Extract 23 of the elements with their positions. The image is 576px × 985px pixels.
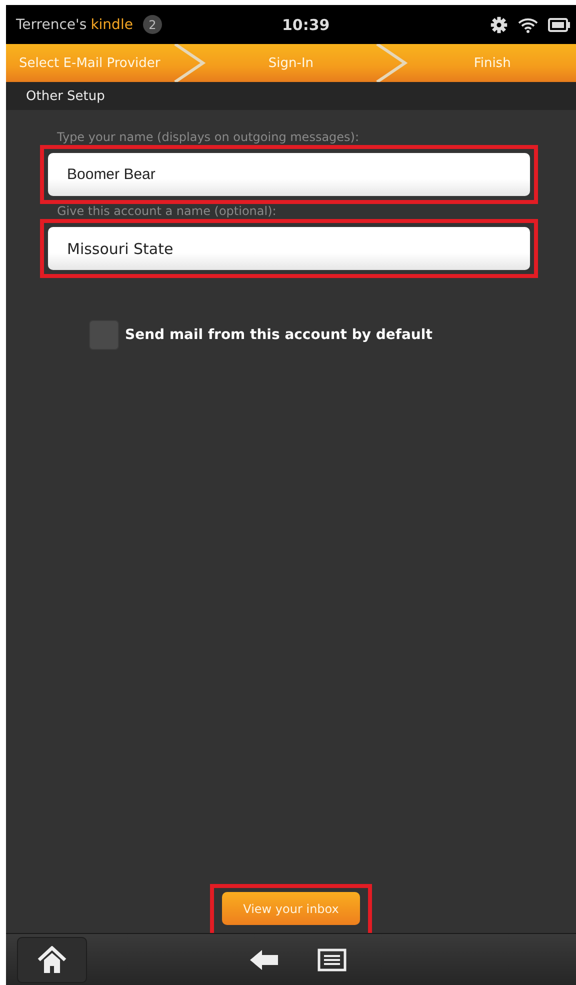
home-icon	[37, 946, 67, 974]
section-header: Other Setup	[6, 82, 576, 110]
field-label: Type your name (displays on outgoing messages):	[56, 130, 360, 144]
device-name: Terrence's	[16, 16, 87, 32]
chevron-icon	[173, 44, 208, 82]
wifi-icon[interactable]	[518, 16, 538, 32]
home-button[interactable]	[17, 936, 87, 982]
notification-count[interactable]: 2	[142, 15, 162, 34]
clock-time: 10:39	[282, 16, 330, 34]
input-field[interactable]: Boomer Bear	[48, 153, 530, 196]
step-label: Sign-In	[267, 56, 315, 70]
menu-icon[interactable]	[317, 948, 347, 972]
battery-icon[interactable]	[548, 18, 570, 32]
back-arrow-icon[interactable]	[249, 948, 279, 970]
input-field[interactable]: Missouri State	[48, 227, 530, 270]
checkbox[interactable]	[89, 320, 119, 350]
chevron-icon	[374, 44, 409, 82]
device-brand: kindle	[90, 16, 133, 32]
checkbox-label: Send mail from this account by default	[125, 327, 432, 343]
step-label: Select E-Mail Provider	[18, 56, 162, 70]
step-label: Finish	[472, 56, 512, 70]
field-label: Give this account a name (optional):	[56, 204, 278, 218]
settings-icon[interactable]	[490, 16, 508, 34]
